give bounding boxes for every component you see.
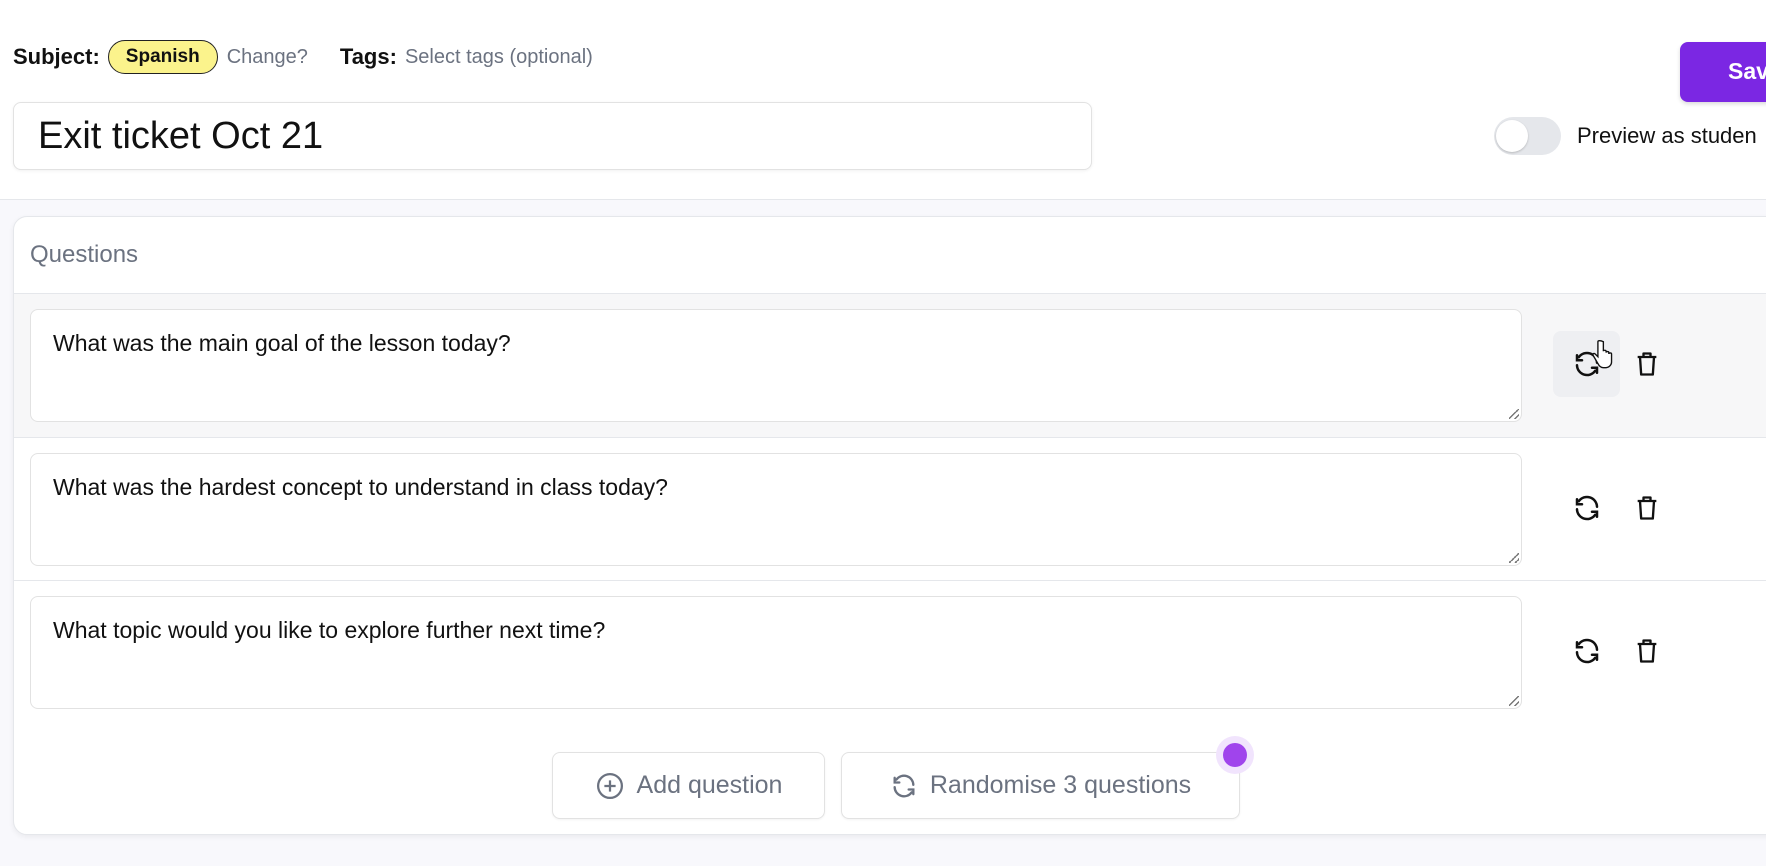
tags-select[interactable]: Select tags (optional) <box>405 46 593 69</box>
preview-label: Preview as studen <box>1577 123 1757 148</box>
cursor-hand-icon <box>1592 340 1613 369</box>
subject-row: Subject: Spanish Change? Tags: Select ta… <box>13 40 593 74</box>
randomise-label: Randomise 3 questions <box>929 771 1192 799</box>
refresh-icon <box>1575 495 1598 521</box>
preview-toggle[interactable] <box>1494 117 1561 155</box>
trash-icon <box>1637 639 1656 663</box>
regenerate-button[interactable] <box>1553 475 1620 541</box>
refresh-icon <box>1575 638 1598 664</box>
title-input[interactable]: Exit ticket Oct 21 <box>13 102 1092 170</box>
trash-icon <box>1637 496 1656 520</box>
subject-label: Subject: <box>13 44 100 69</box>
delete-button[interactable] <box>1613 475 1680 541</box>
change-subject-link[interactable]: Change? <box>227 46 308 69</box>
header: Subject: Spanish Change? Tags: Select ta… <box>0 0 1766 200</box>
question-row: What topic would you like to explore fur… <box>14 580 1766 724</box>
question-text: What was the hardest concept to understa… <box>53 474 668 500</box>
plus-circle-icon <box>596 772 623 799</box>
delete-button[interactable] <box>1613 618 1680 684</box>
subject-pill[interactable]: Spanish <box>107 40 218 74</box>
resize-handle[interactable] <box>1509 553 1519 563</box>
regenerate-button[interactable] <box>1553 331 1620 397</box>
randomise-button[interactable]: Randomise 3 questions <box>841 752 1240 819</box>
notification-dot <box>1223 743 1247 767</box>
questions-card: Questions What was the main goal of the … <box>13 216 1766 835</box>
question-textarea[interactable]: What topic would you like to explore fur… <box>30 596 1522 709</box>
tags-label: Tags: <box>339 44 397 69</box>
question-textarea[interactable]: What was the main goal of the lesson tod… <box>30 309 1522 422</box>
trash-icon <box>1637 352 1656 376</box>
question-row: What was the main goal of the lesson tod… <box>14 293 1766 437</box>
delete-button[interactable] <box>1613 331 1680 397</box>
question-row: What was the hardest concept to understa… <box>14 437 1766 581</box>
add-question-label: Add question <box>636 771 783 799</box>
save-button[interactable]: Save <box>1680 42 1766 102</box>
regenerate-button[interactable] <box>1553 618 1620 684</box>
questions-heading: Questions <box>30 241 139 268</box>
question-text: What was the main goal of the lesson tod… <box>53 330 511 356</box>
resize-handle[interactable] <box>1509 696 1519 706</box>
toggle-knob <box>1496 120 1528 152</box>
question-text: What topic would you like to explore fur… <box>53 617 606 643</box>
refresh-icon <box>893 774 915 797</box>
add-question-button[interactable]: Add question <box>552 752 825 819</box>
question-textarea[interactable]: What was the hardest concept to understa… <box>30 453 1522 566</box>
resize-handle[interactable] <box>1509 409 1519 419</box>
